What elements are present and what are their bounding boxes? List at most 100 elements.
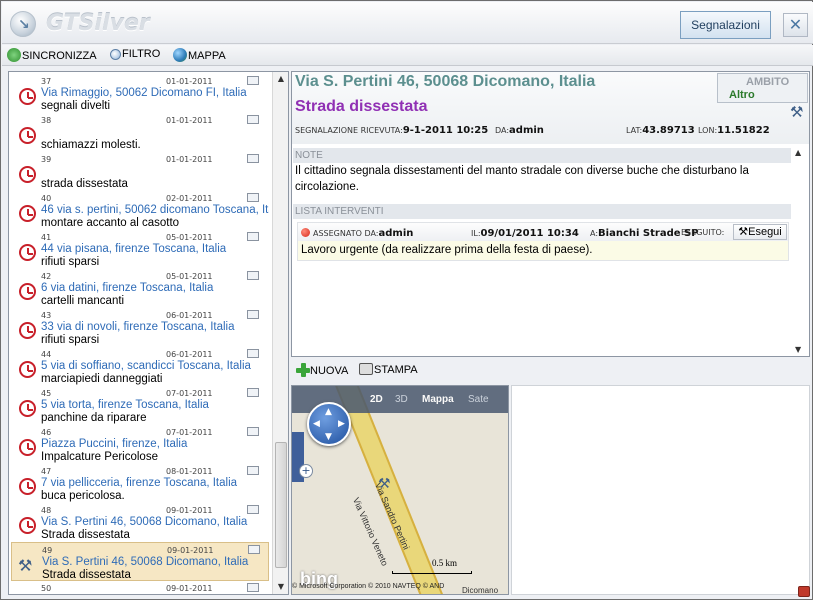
item-description: strada dissestata [41,178,128,190]
item-number: 42 [41,272,52,281]
intervento-text: Lavoro urgente (da realizzare prima dell… [301,244,593,256]
item-date: 09-01-2011 [167,546,214,555]
item-checkbox[interactable] [247,154,259,163]
item-number: 44 [41,350,52,359]
printer-icon [359,363,373,375]
scroll-down-icon[interactable]: ▼ [275,582,287,592]
intervento-bar: ASSEGNATO DA:admin IL:09/01/2011 10:34 A… [298,223,788,241]
item-checkbox[interactable] [247,466,259,475]
item-checkbox[interactable] [248,545,260,554]
list-scrollbar[interactable]: ▲ ▼ [272,72,288,594]
scroll-thumb[interactable] [275,442,287,568]
map-mode-sat[interactable]: Sate [468,394,489,405]
list-item[interactable]: 38 01-01-2011 schiamazzi molesti. [11,113,269,152]
zoom-in-icon[interactable]: + [299,464,313,478]
plus-icon [296,363,310,377]
item-description: montare accanto al casotto [41,217,180,229]
list-item[interactable]: 43 06-01-2011 33 via di novoli, firenze To… [11,308,269,347]
item-checkbox[interactable] [247,349,259,358]
nuova-button[interactable]: NUOVA [296,363,348,377]
item-checkbox[interactable] [247,76,259,85]
item-date: 07-01-2011 [166,389,213,398]
lat-label: LAT: [626,126,643,135]
item-checkbox[interactable] [247,388,259,397]
a-label: A: [590,229,599,238]
item-description: rifiuti sparsi [41,334,100,346]
map-scale-line [392,571,472,574]
item-checkbox[interactable] [247,193,259,202]
scroll-up-icon[interactable]: ▲ [275,74,287,84]
sync-icon [7,48,21,62]
status-clock-icon [19,166,36,183]
item-checkbox[interactable] [247,583,259,592]
item-address: 5 via di soffiano, scandicci Toscana, It… [41,360,251,372]
lat-info: LAT:43.89713 [626,125,695,136]
segnalazioni-button[interactable]: Segnalazioni [680,11,771,39]
list-item[interactable]: 46 07-01-2011 Piazza Puccini, firenze, Ita… [11,425,269,464]
item-description: buca pericolosa. [41,490,125,502]
list-item[interactable]: 45 07-01-2011 5 via torta, firenze Toscana… [11,386,269,425]
list-item[interactable]: ⚒ 49 09-01-2011 Via S. Pertini 46, 50068 Di… [11,542,269,581]
list-item[interactable]: 39 01-01-2011 strada dissestata [11,152,269,191]
report-detail: Via S. Pertini 46, 50068 Dicomano, Itali… [291,71,810,357]
item-checkbox[interactable] [247,271,259,280]
report-list-panel: 37 01-01-2011 Via Rimaggio, 50062 Dicomano… [8,71,289,595]
item-description: Strada dissestata [41,529,130,541]
sync-label: SINCRONIZZA [22,50,97,62]
item-checkbox[interactable] [247,232,259,241]
magnifier-icon [110,49,121,60]
list-item[interactable]: 40 02-01-2011 46 via s. pertini, 50062 dic… [11,191,269,230]
item-date: 01-01-2011 [166,116,213,125]
list-item[interactable]: 50 09-01-2011 [11,581,269,594]
map-mode-3d[interactable]: 3D [395,394,408,405]
map-button[interactable]: MAPPA [173,48,226,63]
item-address: 44 via pisana, firenze Toscana, Italia [41,243,227,255]
ambito-value: Altro [729,89,755,101]
pan-control-icon[interactable]: ▲ ▼ ◀ ▶ [307,402,351,446]
stampa-button[interactable]: STAMPA [359,363,418,376]
detail-scroll-up-icon[interactable]: ▲ [795,148,801,157]
filter-label: FILTRO [122,48,161,60]
item-checkbox[interactable] [247,427,259,436]
il-label: IL: [471,229,481,238]
status-clock-icon [19,400,36,417]
list-item[interactable]: 42 05-01-2011 6 via datini, firenze Toscan… [11,269,269,308]
item-checkbox[interactable] [247,310,259,319]
list-item[interactable]: 44 06-01-2011 5 via di soffiano, scandicci… [11,347,269,386]
item-number: 48 [41,506,52,515]
esegui-button[interactable]: ⚒Esegui [733,224,787,240]
item-description: cartelli mancanti [41,295,125,307]
item-checkbox[interactable] [247,505,259,514]
note-text: Il cittadino segnala dissestamenti del m… [295,165,749,193]
resize-grip-icon[interactable] [798,586,810,597]
da-info: DA:admin [495,125,544,136]
item-number: 43 [41,311,52,320]
il-info: IL:09/01/2011 10:34 [471,228,579,239]
il-value: 09/01/2011 10:34 [480,228,579,239]
item-date: 06-01-2011 [166,350,213,359]
map-mode-map[interactable]: Mappa [422,394,454,405]
item-number: 38 [41,116,52,125]
status-clock-icon [19,205,36,222]
list-item[interactable]: 47 08-01-2011 7 via pellicceria, firenze T… [11,464,269,503]
item-date: 05-01-2011 [166,272,213,281]
list-item[interactable]: 48 09-01-2011 Via S. Pertini 46, 50068 Dic… [11,503,269,542]
map-side-area [511,385,810,595]
detail-scrollbar[interactable]: ▲ ▼ [793,146,808,356]
list-item[interactable]: 41 05-01-2011 44 via pisana, firenze Tosca… [11,230,269,269]
main-toolbar: SINCRONIZZA FILTRO MAPPA [2,45,813,66]
item-checkbox[interactable] [247,115,259,124]
item-description: panchine da riparare [41,412,147,424]
map-marker-icon[interactable]: ⚒ [378,476,391,492]
assegnato-info: ASSEGNATO DA:admin [313,228,413,239]
map-mode-2d[interactable]: 2D [370,394,383,405]
close-icon[interactable]: ✕ [783,13,808,37]
list-item[interactable]: 37 01-01-2011 Via Rimaggio, 50062 Dicomano… [11,74,269,113]
map-copyright: © Microsoft Corporation © 2010 NAVTEQ © … [292,583,445,590]
sync-button[interactable]: SINCRONIZZA [7,48,97,63]
filter-button[interactable]: FILTRO [110,48,160,63]
detail-scroll-down-icon[interactable]: ▼ [795,345,801,354]
map-view[interactable]: Via Vittorio Veneto Via Sandro Pertini ⚒… [291,385,509,595]
status-clock-icon [19,322,36,339]
wrench-icon[interactable]: ⚒ [790,103,803,121]
